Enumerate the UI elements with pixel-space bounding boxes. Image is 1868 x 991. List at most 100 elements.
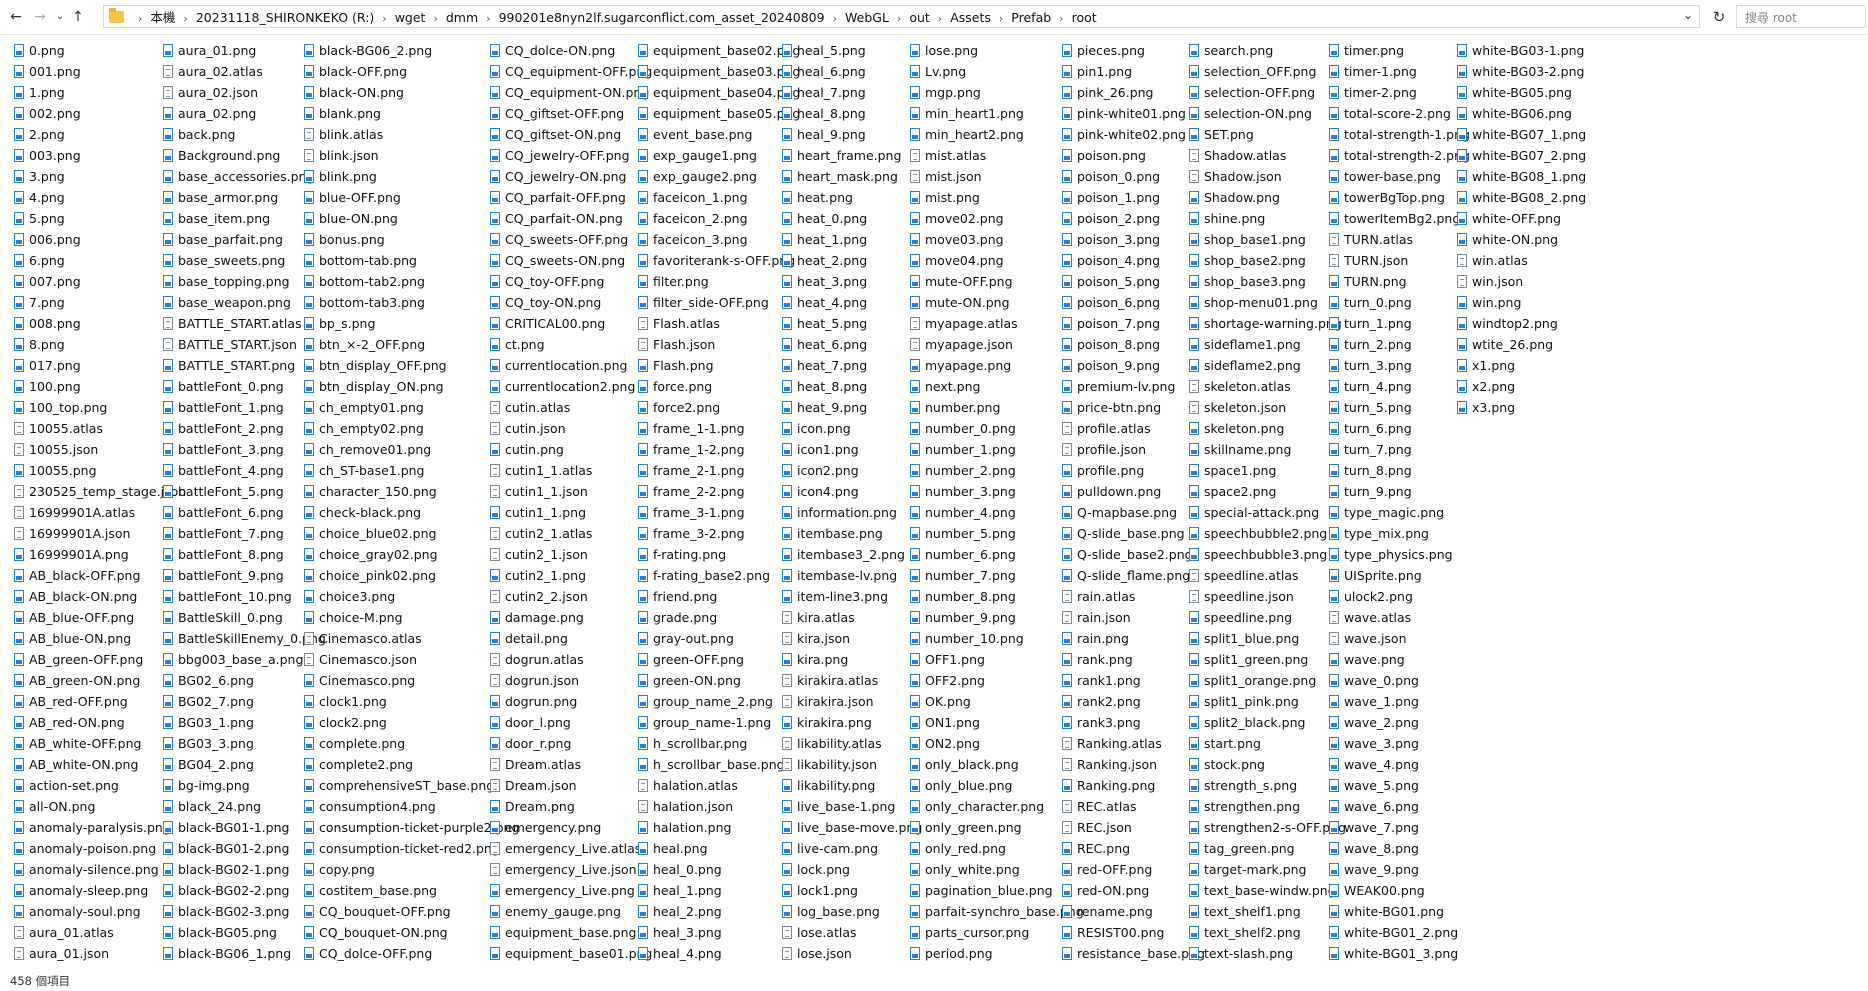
- file-item[interactable]: copy.png: [304, 859, 519, 880]
- file-item[interactable]: battleFont_0.png: [163, 376, 326, 397]
- file-item[interactable]: total-score-2.png: [1329, 103, 1470, 124]
- file-item[interactable]: poison_3.png: [1062, 229, 1205, 250]
- file-item[interactable]: heal_0.png: [638, 859, 800, 880]
- arrow-right-icon[interactable]: →: [30, 7, 50, 27]
- file-item[interactable]: rank1.png: [1062, 670, 1205, 691]
- file-item[interactable]: kira.json: [782, 628, 922, 649]
- file-item[interactable]: battleFont_2.png: [163, 418, 326, 439]
- file-item[interactable]: number_6.png: [910, 544, 1084, 565]
- file-item[interactable]: CQ_toy-OFF.png: [490, 271, 652, 292]
- file-item[interactable]: heal.png: [638, 838, 800, 859]
- file-item[interactable]: Q-slide_flame.png: [1062, 565, 1205, 586]
- file-item[interactable]: speedline.png: [1189, 607, 1346, 628]
- file-item[interactable]: heal_3.png: [638, 922, 800, 943]
- file-item[interactable]: black-BG05.png: [163, 922, 326, 943]
- file-item[interactable]: turn_5.png: [1329, 397, 1470, 418]
- file-item[interactable]: aura_01.png: [163, 40, 326, 61]
- file-item[interactable]: REC.png: [1062, 838, 1205, 859]
- file-item[interactable]: number_2.png: [910, 460, 1084, 481]
- file-item[interactable]: white-BG03-2.png: [1457, 61, 1586, 82]
- file-item[interactable]: mgp.png: [910, 82, 1084, 103]
- file-item[interactable]: bonus.png: [304, 229, 519, 250]
- file-item[interactable]: TURN.png: [1329, 271, 1470, 292]
- file-item[interactable]: blue-ON.png: [304, 208, 519, 229]
- file-item[interactable]: cutin2_1.json: [490, 544, 652, 565]
- file-item[interactable]: 002.png: [14, 103, 186, 124]
- file-item[interactable]: TURN.json: [1329, 250, 1470, 271]
- file-item[interactable]: battleFont_6.png: [163, 502, 326, 523]
- file-item[interactable]: strengthen.png: [1189, 796, 1346, 817]
- file-item[interactable]: itembase3_2.png: [782, 544, 922, 565]
- file-item[interactable]: black-BG01-2.png: [163, 838, 326, 859]
- file-item[interactable]: text-slash.png: [1189, 943, 1346, 962]
- file-item[interactable]: lose.json: [782, 943, 922, 962]
- file-item[interactable]: damage.png: [490, 607, 652, 628]
- file-item[interactable]: blink.atlas: [304, 124, 519, 145]
- file-item[interactable]: equipment_base.png: [490, 922, 652, 943]
- file-item[interactable]: ch_ST-base1.png: [304, 460, 519, 481]
- file-item[interactable]: Q-slide_base.png: [1062, 523, 1205, 544]
- file-item[interactable]: blink.json: [304, 145, 519, 166]
- file-item[interactable]: profile.png: [1062, 460, 1205, 481]
- file-item[interactable]: number_5.png: [910, 523, 1084, 544]
- file-item[interactable]: currentlocation.png: [490, 355, 652, 376]
- file-item[interactable]: white-ON.png: [1457, 229, 1586, 250]
- file-item[interactable]: cutin.atlas: [490, 397, 652, 418]
- file-item[interactable]: 8.png: [14, 334, 186, 355]
- file-item[interactable]: cutin.json: [490, 418, 652, 439]
- file-item[interactable]: split1_blue.png: [1189, 628, 1346, 649]
- file-item[interactable]: speechbubble3.png: [1189, 544, 1346, 565]
- file-item[interactable]: action-set.png: [14, 775, 186, 796]
- file-item[interactable]: BG02_6.png: [163, 670, 326, 691]
- file-item[interactable]: CQ_dolce-ON.png: [490, 40, 652, 61]
- file-item[interactable]: exp_gauge1.png: [638, 145, 800, 166]
- file-item[interactable]: shop-menu01.png: [1189, 292, 1346, 313]
- file-item[interactable]: base_accessories.png: [163, 166, 326, 187]
- file-item[interactable]: likability.json: [782, 754, 922, 775]
- breadcrumb-item[interactable]: 本機: [150, 10, 175, 25]
- file-item[interactable]: bottom-tab3.png: [304, 292, 519, 313]
- file-item[interactable]: heal_6.png: [782, 61, 922, 82]
- file-item[interactable]: number_9.png: [910, 607, 1084, 628]
- file-item[interactable]: AB_green-OFF.png: [14, 649, 186, 670]
- file-item[interactable]: wave_4.png: [1329, 754, 1470, 775]
- file-item[interactable]: lose.png: [910, 40, 1084, 61]
- file-item[interactable]: pink-white01.png: [1062, 103, 1205, 124]
- file-item[interactable]: heat_2.png: [782, 250, 922, 271]
- file-item[interactable]: number_0.png: [910, 418, 1084, 439]
- file-item[interactable]: heart_mask.png: [782, 166, 922, 187]
- file-item[interactable]: bbg003_base_a.png: [163, 649, 326, 670]
- file-item[interactable]: only_red.png: [910, 838, 1084, 859]
- file-item[interactable]: faceicon_1.png: [638, 187, 800, 208]
- file-item[interactable]: choice_blue02.png: [304, 523, 519, 544]
- file-item[interactable]: back.png: [163, 124, 326, 145]
- file-item[interactable]: heart_frame.png: [782, 145, 922, 166]
- file-item[interactable]: poison_7.png: [1062, 313, 1205, 334]
- file-item[interactable]: exp_gauge2.png: [638, 166, 800, 187]
- chevron-right-icon[interactable]: ›: [382, 12, 386, 25]
- file-item[interactable]: timer.png: [1329, 40, 1470, 61]
- file-item[interactable]: speechbubble2.png: [1189, 523, 1346, 544]
- file-item[interactable]: mist.png: [910, 187, 1084, 208]
- file-item[interactable]: anomaly-silence.png: [14, 859, 186, 880]
- file-item[interactable]: Q-slide_base2.png: [1062, 544, 1205, 565]
- file-item[interactable]: BATTLE_START.png: [163, 355, 326, 376]
- file-item[interactable]: Ranking.atlas: [1062, 733, 1205, 754]
- file-item[interactable]: door_r.png: [490, 733, 652, 754]
- file-item[interactable]: CQ_bouquet-ON.png: [304, 922, 519, 943]
- file-item[interactable]: cutin1_1.png: [490, 502, 652, 523]
- file-item[interactable]: heat_0.png: [782, 208, 922, 229]
- file-item[interactable]: turn_3.png: [1329, 355, 1470, 376]
- file-item[interactable]: mute-ON.png: [910, 292, 1084, 313]
- file-item[interactable]: turn_6.png: [1329, 418, 1470, 439]
- file-item[interactable]: number_7.png: [910, 565, 1084, 586]
- file-item[interactable]: force2.png: [638, 397, 800, 418]
- file-item[interactable]: white-BG03-1.png: [1457, 40, 1586, 61]
- file-item[interactable]: aura_02.json: [163, 82, 326, 103]
- file-item[interactable]: CRITICAL00.png: [490, 313, 652, 334]
- file-item[interactable]: win.json: [1457, 271, 1586, 292]
- file-item[interactable]: white-BG07_1.png: [1457, 124, 1586, 145]
- file-item[interactable]: parfait-synchro_base.png: [910, 901, 1084, 922]
- file-item[interactable]: turn_2.png: [1329, 334, 1470, 355]
- file-item[interactable]: heal_7.png: [782, 82, 922, 103]
